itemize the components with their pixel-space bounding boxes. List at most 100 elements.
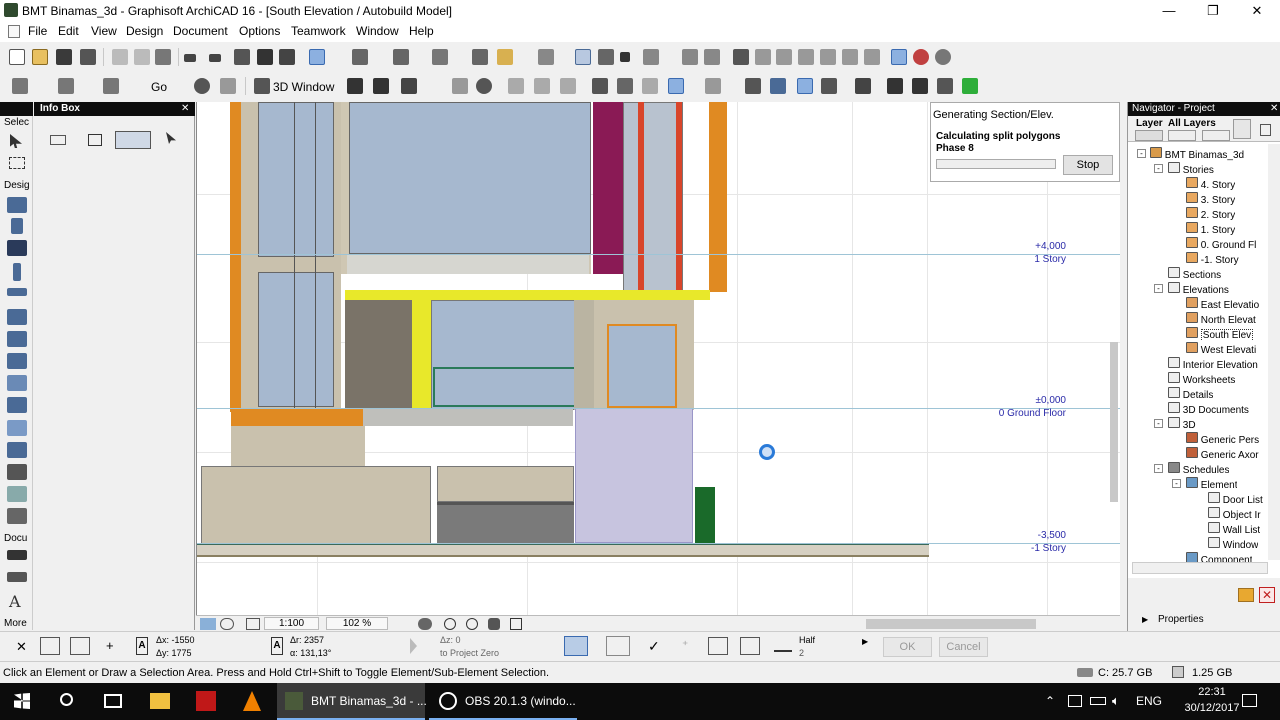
- tree-worksheets[interactable]: Worksheets: [1168, 372, 1235, 386]
- lock-layer-icon[interactable]: [1202, 130, 1230, 141]
- building-elevation[interactable]: [197, 102, 929, 615]
- expand-toggle[interactable]: -: [1154, 284, 1163, 293]
- navigator-vscroll[interactable]: [1268, 144, 1280, 560]
- dz-lock-icon[interactable]: [410, 638, 424, 654]
- rotated-select-icon[interactable]: [115, 131, 151, 149]
- divide-icon[interactable]: [774, 638, 792, 652]
- scale-icon[interactable]: [246, 618, 260, 630]
- stretch-icon[interactable]: [798, 49, 814, 65]
- menu-document[interactable]: Document: [173, 24, 228, 38]
- zoom-in-icon[interactable]: [444, 618, 456, 630]
- tree-sections[interactable]: Sections: [1168, 267, 1221, 281]
- dx-lock-icon[interactable]: A: [136, 637, 148, 655]
- expand-toggle[interactable]: -: [1154, 419, 1163, 428]
- arrow-tool-icon[interactable]: [10, 134, 22, 148]
- grid-construction-icon[interactable]: [70, 637, 90, 655]
- dy-value[interactable]: Δy: 1775: [156, 648, 192, 658]
- navigator-hscroll[interactable]: [1132, 562, 1268, 574]
- expand-toggle[interactable]: -: [1154, 164, 1163, 173]
- pipe-tool-icon[interactable]: [13, 263, 21, 281]
- layer-button-icon[interactable]: [1135, 130, 1163, 141]
- dr-lock-icon[interactable]: A: [271, 637, 283, 655]
- beam-tool-icon[interactable]: [7, 288, 27, 296]
- angle-snap-icon[interactable]: ⁺: [682, 638, 688, 652]
- eye-icon[interactable]: [476, 78, 492, 94]
- zoom-icon[interactable]: [220, 618, 234, 630]
- object-tool-icon[interactable]: [7, 464, 27, 480]
- shell-tool-icon[interactable]: [7, 375, 27, 391]
- drag-icon[interactable]: [776, 49, 792, 65]
- paste-icon[interactable]: [155, 49, 171, 65]
- windows-start-icon[interactable]: [14, 693, 30, 709]
- marker-icon[interactable]: [855, 78, 871, 94]
- list-icon[interactable]: [821, 78, 837, 94]
- maximize-button[interactable]: ❐: [1190, 0, 1236, 22]
- vlc-icon[interactable]: [243, 691, 261, 711]
- redo-icon[interactable]: [209, 54, 221, 62]
- tree-3d-documents[interactable]: 3D Documents: [1168, 402, 1249, 416]
- pen-icon[interactable]: [538, 49, 554, 65]
- reference-value[interactable]: to Project Zero: [440, 648, 499, 658]
- tree-element[interactable]: Element: [1186, 477, 1237, 491]
- copy-view-icon[interactable]: [617, 78, 633, 94]
- section-view-icon[interactable]: [58, 78, 74, 94]
- tree-elevations[interactable]: Elevations: [1168, 282, 1229, 296]
- menu-help[interactable]: Help: [409, 24, 434, 38]
- morph-tool-icon[interactable]: [7, 442, 27, 458]
- house-icon[interactable]: [534, 78, 550, 94]
- red-app-icon[interactable]: [196, 691, 216, 711]
- pin-icon[interactable]: [913, 49, 929, 65]
- syringe-icon[interactable]: [279, 49, 295, 65]
- tree-3d-item[interactable]: Generic Axor: [1186, 447, 1259, 461]
- mesh-snap-icon[interactable]: [740, 637, 760, 655]
- split-icon[interactable]: [682, 49, 698, 65]
- layer-view-icon[interactable]: [642, 78, 658, 94]
- grid-view-icon[interactable]: [560, 78, 576, 94]
- tree-elevation-item[interactable]: North Elevat: [1186, 312, 1256, 326]
- plus-icon[interactable]: +: [106, 638, 114, 653]
- snap-mode-icon[interactable]: [564, 636, 588, 656]
- toolbox-more-label[interactable]: More: [4, 618, 27, 629]
- window-tool-icon[interactable]: [7, 240, 27, 256]
- mesh-icon[interactable]: [705, 78, 721, 94]
- eyedropper-icon[interactable]: [257, 49, 273, 65]
- magic-wand-icon[interactable]: [432, 49, 448, 65]
- language-indicator[interactable]: ENG: [1136, 694, 1162, 708]
- vertical-scrollbar[interactable]: [1110, 342, 1118, 502]
- brush-icon[interactable]: [643, 49, 659, 65]
- slab-tool-icon[interactable]: [7, 331, 27, 347]
- menu-view[interactable]: View: [91, 24, 117, 38]
- 3d-window-label[interactable]: 3D Window: [273, 80, 334, 94]
- dz-value[interactable]: Δz: 0: [440, 635, 461, 645]
- stair-tool-icon[interactable]: [7, 309, 27, 325]
- doc-menu-icon[interactable]: [8, 25, 20, 38]
- zoom-area-icon[interactable]: [418, 618, 432, 630]
- search-icon[interactable]: [60, 693, 73, 706]
- menu-options[interactable]: Options: [239, 24, 280, 38]
- minimize-button[interactable]: —: [1146, 0, 1192, 22]
- photo-icon[interactable]: [887, 78, 903, 94]
- tree-elevation-item-selected[interactable]: South Elev: [1186, 327, 1254, 341]
- column-tool-icon[interactable]: [11, 218, 23, 234]
- relative-construction-icon[interactable]: [40, 637, 60, 655]
- fillet-icon[interactable]: [820, 49, 836, 65]
- tree-story-item[interactable]: -1. Story: [1186, 252, 1239, 266]
- eye-layer-icon[interactable]: [1168, 130, 1196, 141]
- level-dim-tool-icon[interactable]: [7, 572, 27, 582]
- pan-icon[interactable]: [488, 618, 500, 630]
- walk-icon[interactable]: [220, 78, 236, 94]
- plan-view-icon[interactable]: [12, 78, 28, 94]
- all-layers-label[interactable]: All Layers: [1168, 118, 1216, 129]
- cut-icon[interactable]: [112, 49, 128, 65]
- stop-button[interactable]: Stop: [1063, 155, 1113, 175]
- lamp-tool-icon[interactable]: [7, 486, 27, 502]
- tree-schedule-item[interactable]: Object Ir: [1208, 507, 1261, 521]
- view-control-icon[interactable]: [200, 618, 216, 630]
- info-box-close-icon[interactable]: ✕: [181, 103, 189, 114]
- zone-tool-icon[interactable]: [7, 508, 27, 524]
- properties-label[interactable]: Properties: [1158, 614, 1204, 625]
- expand-toggle[interactable]: -: [1172, 479, 1181, 488]
- find-select-icon[interactable]: [234, 49, 250, 65]
- tree-story-item[interactable]: 3. Story: [1186, 192, 1235, 206]
- tree-schedule-item[interactable]: Window: [1208, 537, 1258, 551]
